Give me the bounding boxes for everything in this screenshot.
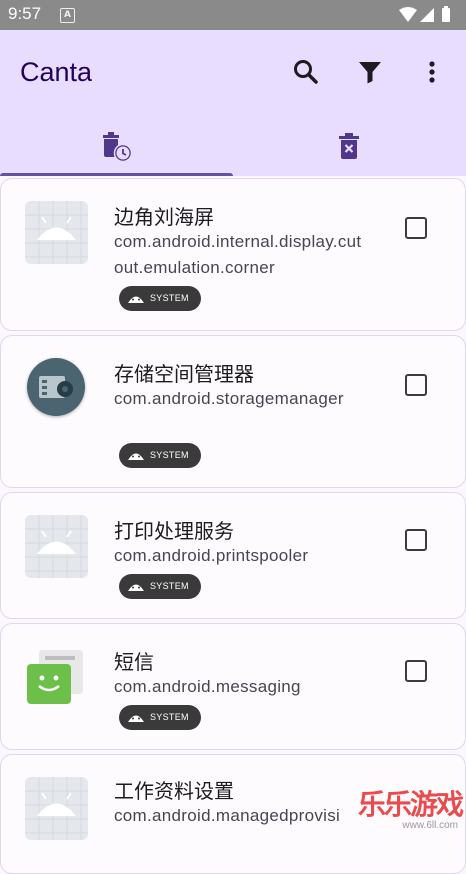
watermark-text: 乐乐游戏 [357,788,464,821]
site-watermark: 乐乐游戏 www.6ll.com [356,781,466,833]
tab-row [0,118,466,176]
filter-icon [359,62,381,84]
watermark-url: www.6ll.com [402,820,458,831]
app-name: 短信 [114,650,154,674]
list-item[interactable]: 边角刘海屏 com.android.internal.display.cutou… [0,178,466,331]
search-icon [294,60,318,84]
package-name: com.android.internal.display.cutout.emul… [114,232,362,277]
system-icons [398,6,458,28]
system-badge: SYSTEM [119,286,201,311]
select-checkbox[interactable] [405,217,427,239]
android-icon [128,296,144,303]
filter-button[interactable] [354,56,386,88]
package-name: com.android.storagemanager [114,389,344,408]
more-options-button[interactable] [416,56,448,88]
tab-selected-indicator [0,173,233,176]
android-placeholder-icon [25,201,88,264]
app-name: 工作资料设置 [114,779,234,803]
android-icon [128,584,144,591]
messaging-icon [25,646,88,709]
package-name: com.android.printspooler [114,546,309,565]
select-checkbox[interactable] [405,374,427,396]
app-name: 存储空间管理器 [114,362,254,386]
system-badge: SYSTEM [119,574,201,599]
search-button[interactable] [290,56,322,88]
android-placeholder-icon [25,777,88,840]
delete-clock-icon [103,132,133,163]
system-badge: SYSTEM [119,443,201,468]
list-item[interactable]: 打印处理服务 com.android.printspooler SYSTEM [0,492,466,619]
signal-icon [420,8,434,22]
tab-history[interactable] [0,118,233,176]
system-badge-label: SYSTEM [150,450,189,460]
android-icon [128,715,144,722]
android-placeholder-icon [25,515,88,578]
status-time: 9:57 [8,4,42,23]
select-checkbox[interactable] [405,660,427,682]
system-badge-label: SYSTEM [150,581,189,591]
list-item[interactable]: 存储空间管理器 com.android.storagemanager SYSTE… [0,335,466,488]
top-app-bar: Canta [0,30,466,176]
system-badge-label: SYSTEM [150,712,189,722]
system-badge-label: SYSTEM [150,293,189,303]
system-badge: SYSTEM [119,705,201,730]
select-checkbox[interactable] [405,529,427,551]
package-name: com.android.messaging [114,677,301,696]
app-title: Canta [20,57,93,87]
battery-icon [442,8,450,22]
storage-manager-icon [27,358,85,416]
status-bar: 9:57 A [0,0,466,30]
tab-uninstall[interactable] [233,118,466,176]
wifi-icon [399,6,450,22]
app-name: 打印处理服务 [114,519,234,543]
package-name: com.android.managedprovisi [114,806,341,825]
app-name: 边角刘海屏 [114,205,214,229]
notification-badge: A [60,8,75,23]
android-icon [128,453,144,460]
more-vert-icon [429,61,435,83]
list-item[interactable]: 短信 com.android.messaging SYSTEM [0,623,466,750]
delete-x-icon [339,133,359,159]
